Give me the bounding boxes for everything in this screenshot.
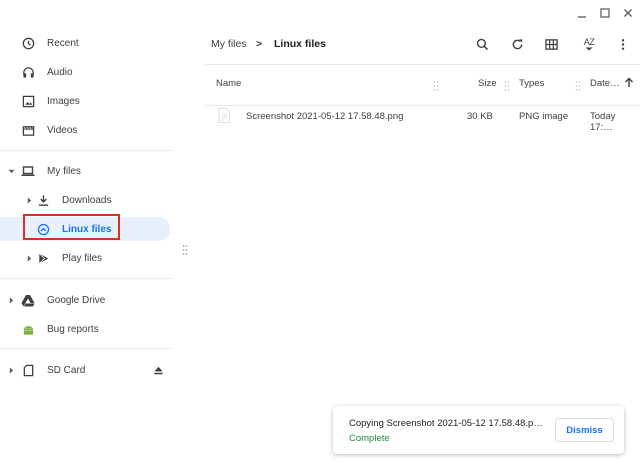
breadcrumb-current[interactable]: Linux files [274,38,326,50]
sidebar-item-my-files[interactable]: My files [0,158,172,184]
toolbar: My files > Linux files AZ [196,26,640,62]
chevron-right-icon[interactable] [7,296,15,304]
sidebar-item-label: Images [47,95,80,107]
minimize-icon[interactable] [572,4,592,22]
chevron-right-icon[interactable] [25,254,33,262]
more-options-icon[interactable] [614,35,632,53]
laptop-icon [21,164,35,178]
sidebar-item-images[interactable]: Images [0,88,172,114]
sidebar-item-downloads[interactable]: Downloads [0,187,172,213]
sidebar: Recent Audio Images Videos My files Down… [0,26,172,473]
title-bar [0,0,640,26]
clock-icon [21,36,35,50]
sidebar-item-sd-card[interactable]: SD Card [0,357,172,383]
sidebar-item-label: Google Drive [47,294,106,306]
sidebar-item-label: Videos [47,124,78,136]
sidebar-item-label: Recent [47,37,79,49]
sidebar-item-recent[interactable]: Recent [0,30,172,56]
column-header-name[interactable]: Name [216,78,241,89]
eject-icon[interactable] [151,363,165,377]
sidebar-item-label: SD Card [47,364,86,376]
breadcrumb-parent[interactable]: My files [211,38,247,50]
close-icon[interactable] [618,4,638,22]
file-size: 30 KB [467,111,493,122]
sidebar-item-label: Audio [47,66,73,78]
sd-card-icon [21,363,35,377]
download-icon [36,193,50,207]
sidebar-divider [0,348,172,349]
drag-handle-icon[interactable] [182,243,188,255]
play-store-icon [36,251,50,265]
search-icon[interactable] [473,35,491,53]
image-icon [21,94,35,108]
column-resize-icon[interactable] [433,79,439,91]
column-resize-icon[interactable] [575,79,581,91]
sort-ascending-icon[interactable] [624,77,634,91]
sidebar-item-videos[interactable]: Videos [0,117,172,143]
file-list-header: Name Size Types Date… [205,64,640,106]
sidebar-item-label: My files [47,165,81,177]
sort-icon[interactable]: AZ [578,35,600,53]
sidebar-item-label: Downloads [62,194,112,206]
chevron-down-icon[interactable] [7,167,15,175]
sort-label: AZ [583,36,595,47]
table-row[interactable]: Screenshot 2021-05-12 17.58.48.png 30 KB… [205,104,640,133]
breadcrumb-separator: > [256,38,263,50]
column-header-size[interactable]: Size [478,78,496,89]
file-type: PNG image [519,111,569,122]
sidebar-divider [0,150,172,151]
refresh-icon[interactable] [508,35,526,53]
column-header-types[interactable]: Types [519,78,544,89]
google-drive-icon [21,293,35,307]
toast-message: Copying Screenshot 2021-05-12 17.58.48.p… [349,418,543,429]
file-date: Today 17:… [590,111,616,133]
sidebar-item-label: Bug reports [47,323,99,335]
dismiss-button[interactable]: Dismiss [555,418,614,442]
grid-view-icon[interactable] [542,35,560,53]
chevron-right-icon[interactable] [25,196,33,204]
progress-toast: Copying Screenshot 2021-05-12 17.58.48.p… [333,406,624,454]
file-image-icon [218,108,230,126]
sidebar-divider [0,278,172,279]
sidebar-item-bug-reports[interactable]: Bug reports [0,316,172,342]
toast-status: Complete [349,433,390,444]
highlight-annotation [23,214,120,240]
sidebar-item-play-files[interactable]: Play files [0,245,172,271]
sidebar-item-google-drive[interactable]: Google Drive [0,287,172,313]
chevron-right-icon[interactable] [7,366,15,374]
android-icon [21,322,35,336]
sidebar-item-audio[interactable]: Audio [0,59,172,85]
file-name: Screenshot 2021-05-12 17.58.48.png [246,111,404,122]
video-icon [21,123,35,137]
headphones-icon [21,65,35,79]
maximize-icon[interactable] [595,4,615,22]
sidebar-item-label: Play files [62,252,103,264]
column-resize-icon[interactable] [504,79,510,91]
column-header-date[interactable]: Date… [590,78,620,89]
